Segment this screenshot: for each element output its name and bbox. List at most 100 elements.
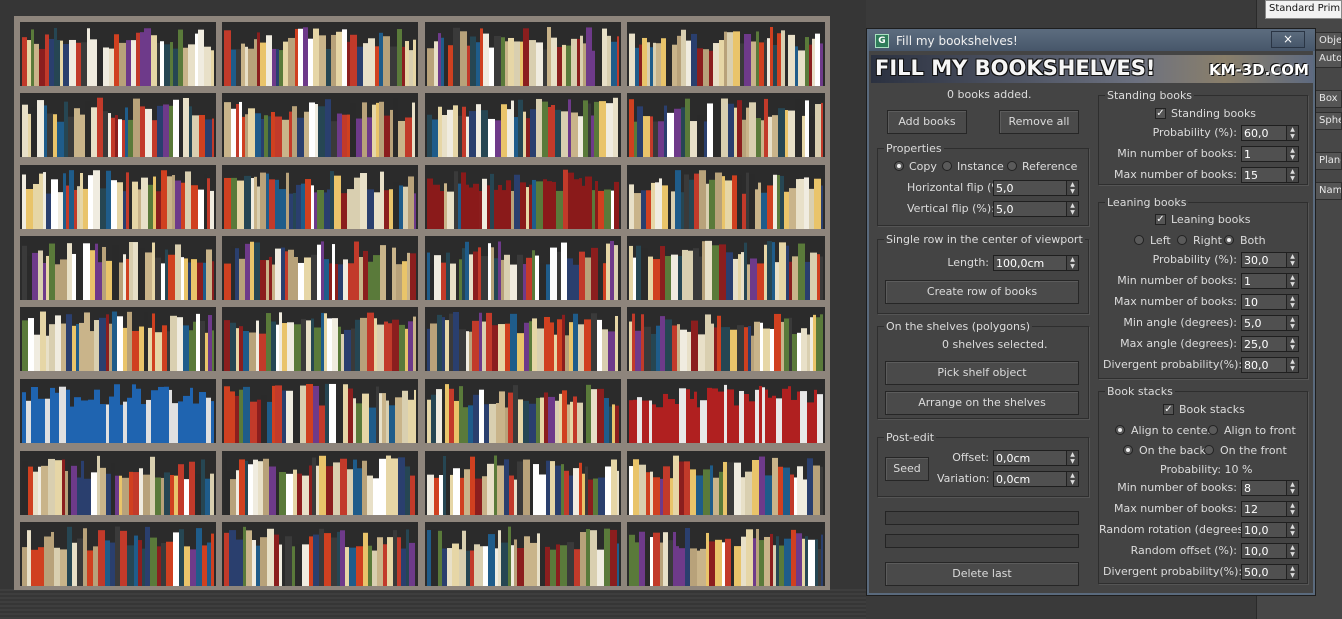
book-stacks-checkbox[interactable]: ✓ [1163, 404, 1174, 415]
spinner-arrows-icon[interactable]: ▲ ▼ [1286, 523, 1298, 537]
book-spine [100, 467, 106, 515]
book-spine [414, 389, 416, 443]
spinner-arrows-icon[interactable]: ▲ ▼ [1286, 481, 1298, 495]
book-spine [74, 108, 80, 157]
leaning-min-spinner[interactable]: 1 ▲ ▼ [1241, 273, 1299, 289]
vflip-spinner[interactable]: 5,0 ▲ ▼ [993, 201, 1079, 217]
align-front-radio[interactable] [1208, 425, 1218, 435]
book-spine [770, 27, 773, 86]
on-front-label: On the front [1220, 444, 1287, 457]
book-spine [539, 263, 546, 300]
book-spine [804, 177, 809, 229]
delete-last-button[interactable]: Delete last [885, 562, 1079, 586]
stacks-divergent-spinner[interactable]: 50,0 ▲ ▼ [1241, 564, 1299, 580]
lean-right-radio[interactable] [1177, 235, 1187, 245]
book-spine [61, 323, 66, 371]
random-rotation-value: 10,0 [1244, 524, 1269, 537]
spinner-arrows-icon[interactable]: ▲ ▼ [1066, 202, 1078, 216]
book-spine [112, 245, 119, 300]
spinner-arrows-icon[interactable]: ▲ ▼ [1066, 181, 1078, 195]
book-spine [724, 384, 727, 443]
spinner-arrows-icon[interactable]: ▲ ▼ [1286, 316, 1298, 330]
lean-both-radio[interactable] [1224, 235, 1234, 245]
lean-left-radio[interactable] [1134, 235, 1144, 245]
book-spine [585, 466, 588, 515]
book-spine [482, 476, 487, 515]
book-spine [661, 38, 666, 86]
book-spine [775, 262, 779, 300]
viewport[interactable] [0, 0, 866, 619]
remove-all-button[interactable]: Remove all [999, 110, 1079, 134]
book-spine [31, 386, 38, 443]
variation-spinner[interactable]: 0,0cm ▲ ▼ [993, 471, 1079, 487]
on-front-radio[interactable] [1204, 445, 1214, 455]
offset-spinner[interactable]: 0,0cm ▲ ▼ [993, 450, 1079, 466]
spinner-arrows-icon[interactable]: ▲ ▼ [1066, 256, 1078, 270]
dialog-titlebar[interactable]: G Fill my bookshelves! × [869, 31, 1315, 51]
stacks-max-spinner[interactable]: 12 ▲ ▼ [1241, 501, 1299, 517]
leaning-prob-spinner[interactable]: 30,0 ▲ ▼ [1241, 252, 1299, 268]
book-spine [242, 116, 245, 157]
instance-radio[interactable] [942, 161, 952, 171]
book-spine [317, 244, 321, 300]
create-row-button[interactable]: Create row of books [885, 280, 1079, 304]
spinner-arrows-icon[interactable]: ▲ ▼ [1286, 565, 1298, 579]
spinner-arrows-icon[interactable]: ▲ ▼ [1286, 544, 1298, 558]
standing-prob-spinner[interactable]: 60,0 ▲ ▼ [1241, 125, 1299, 141]
spinner-arrows-icon[interactable]: ▲ ▼ [1286, 168, 1298, 182]
random-offset-spinner[interactable]: 10,0 ▲ ▼ [1241, 543, 1299, 559]
random-rotation-spinner[interactable]: 10,0 ▲ ▼ [1241, 522, 1299, 538]
seed-button[interactable]: Seed [885, 457, 929, 481]
book-spine [84, 312, 90, 371]
book-spine [712, 245, 719, 300]
book-spine [746, 172, 749, 229]
book-spine [191, 185, 198, 229]
copy-radio[interactable] [894, 161, 904, 171]
on-back-radio[interactable] [1123, 445, 1133, 455]
spinner-arrows-icon[interactable]: ▲ ▼ [1286, 126, 1298, 140]
spinner-arrows-icon[interactable]: ▲ ▼ [1286, 253, 1298, 267]
book-spine [292, 106, 297, 157]
standing-books-checkbox[interactable]: ✓ [1155, 108, 1166, 119]
length-spinner[interactable]: 100,0cm ▲ ▼ [993, 255, 1079, 271]
spinner-arrows-icon[interactable]: ▲ ▼ [1286, 147, 1298, 161]
align-center-radio[interactable] [1115, 425, 1125, 435]
leaning-max-spinner[interactable]: 10 ▲ ▼ [1241, 294, 1299, 310]
book-spine [372, 104, 376, 157]
hflip-spinner[interactable]: 5,0 ▲ ▼ [993, 180, 1079, 196]
pick-shelf-button[interactable]: Pick shelf object [885, 361, 1079, 385]
book-spine [573, 313, 578, 371]
max-angle-spinner[interactable]: 25,0 ▲ ▼ [1241, 336, 1299, 352]
arrange-shelves-button[interactable]: Arrange on the shelves [885, 391, 1079, 415]
add-books-button[interactable]: Add books [887, 110, 967, 134]
book-spine [409, 542, 415, 586]
stacks-min-spinner[interactable]: 8 ▲ ▼ [1241, 480, 1299, 496]
book-spine [172, 403, 178, 443]
book-spine [520, 41, 523, 86]
spinner-arrows-icon[interactable]: ▲ ▼ [1286, 274, 1298, 288]
book-spine [250, 241, 254, 300]
book-spine [584, 319, 591, 371]
close-button[interactable]: × [1271, 31, 1305, 48]
book-spine [178, 401, 183, 443]
spinner-arrows-icon[interactable]: ▲ ▼ [1286, 295, 1298, 309]
leaning-divergent-spinner[interactable]: 80,0 ▲ ▼ [1241, 357, 1299, 373]
book-spine [356, 118, 362, 157]
standing-max-spinner[interactable]: 15 ▲ ▼ [1241, 167, 1299, 183]
standing-min-spinner[interactable]: 1 ▲ ▼ [1241, 146, 1299, 162]
book-spine [715, 172, 722, 229]
spinner-arrows-icon[interactable]: ▲ ▼ [1066, 451, 1078, 465]
reference-radio[interactable] [1007, 161, 1017, 171]
standing-max-label: Max number of books: [1113, 168, 1237, 181]
book-spine [564, 470, 569, 515]
book-spine [456, 261, 459, 300]
leaning-books-checkbox[interactable]: ✓ [1155, 214, 1166, 225]
books-added-status: 0 books added. [947, 88, 1032, 101]
primitive-type-dropdown[interactable]: Standard Primitives [1265, 0, 1342, 19]
spinner-arrows-icon[interactable]: ▲ ▼ [1286, 337, 1298, 351]
spinner-arrows-icon[interactable]: ▲ ▼ [1286, 358, 1298, 372]
min-angle-spinner[interactable]: 5,0 ▲ ▼ [1241, 315, 1299, 331]
spinner-arrows-icon[interactable]: ▲ ▼ [1286, 502, 1298, 516]
spinner-arrows-icon[interactable]: ▲ ▼ [1066, 472, 1078, 486]
book-spine [604, 528, 610, 586]
